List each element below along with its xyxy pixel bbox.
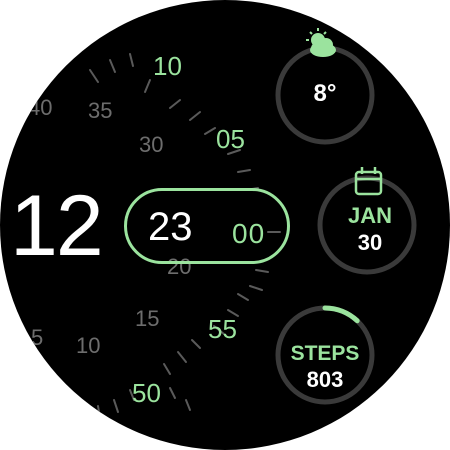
dial-label-05: 05 <box>216 124 245 154</box>
second-display: 00 <box>232 218 266 249</box>
dial-label-35: 35 <box>88 98 112 123</box>
dial-label-5: 5 <box>31 325 43 350</box>
dial-label-40: 40 <box>28 95 52 120</box>
hour-display: 12 <box>10 178 104 274</box>
date-day[interactable]: 30 <box>330 230 410 256</box>
watch-face: 10 05 55 50 40 35 30 20 15 10 5 12 23 00… <box>0 0 450 450</box>
dial-label-10: 10 <box>153 51 182 81</box>
minute-display: 23 <box>148 205 193 249</box>
dial-label-30: 30 <box>139 132 163 157</box>
dial-label-10-dim: 10 <box>76 333 100 358</box>
date-month[interactable]: JAN <box>330 203 410 229</box>
steps-count[interactable]: 803 <box>285 367 365 393</box>
steps-progress-arc <box>322 305 360 324</box>
steps-label[interactable]: STEPS <box>285 342 365 366</box>
dial-label-15: 15 <box>135 306 159 331</box>
dial-label-55: 55 <box>208 314 237 344</box>
weather-temperature[interactable]: 8° <box>290 80 360 108</box>
dial-label-50: 50 <box>132 378 161 408</box>
